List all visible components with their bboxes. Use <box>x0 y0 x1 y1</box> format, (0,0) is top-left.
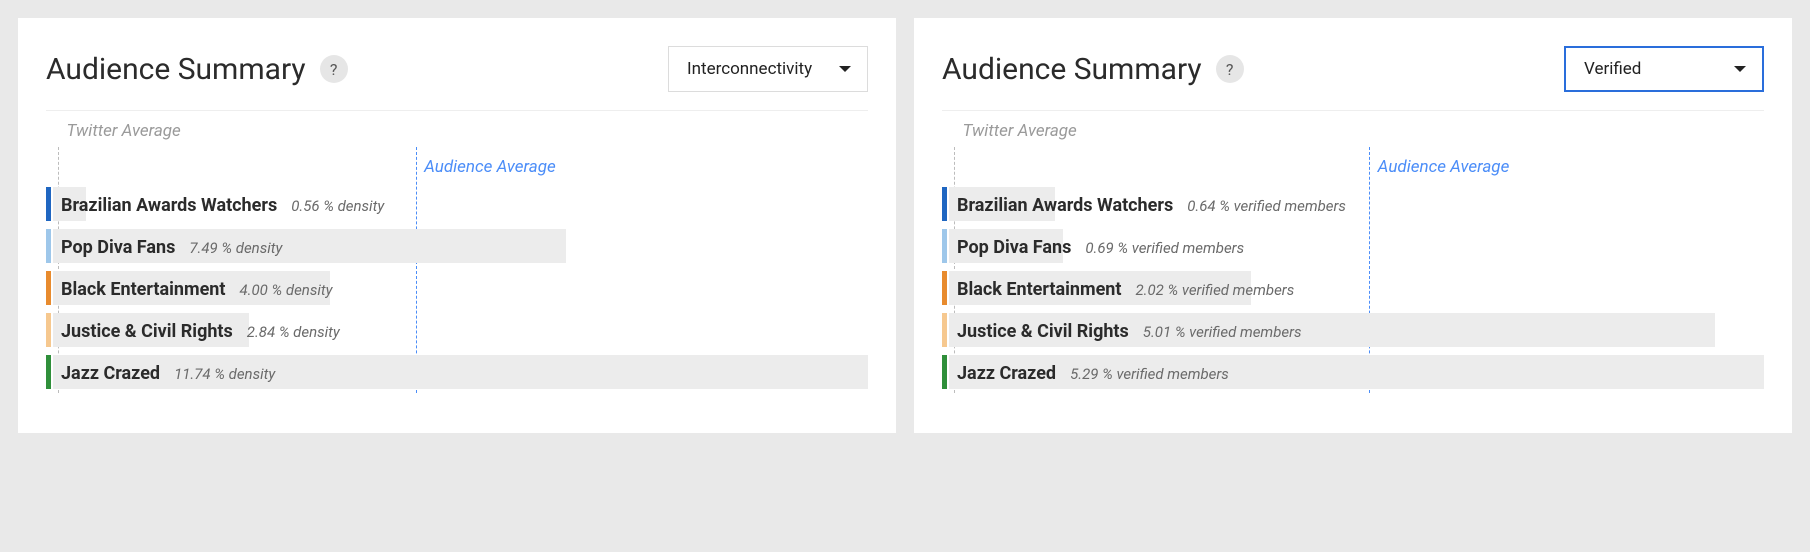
metric-dropdown[interactable]: Verified <box>1564 46 1764 92</box>
row-text: Justice & Civil Rights 5.01 % verified me… <box>957 313 1302 347</box>
row-name: Pop Diva Fans <box>957 237 1071 258</box>
bar-track: Pop Diva Fans 7.49 % density <box>53 229 868 263</box>
row-text: Brazilian Awards Watchers 0.64 % verified… <box>957 187 1346 221</box>
row-text: Justice & Civil Rights 2.84 % density <box>61 313 340 347</box>
row-stat: 11.74 % density <box>174 365 275 383</box>
row-name: Justice & Civil Rights <box>957 321 1129 342</box>
bar-track: Black Entertainment 2.02 % verified membe… <box>949 271 1764 305</box>
bar-track: Jazz Crazed 5.29 % verified members <box>949 355 1764 389</box>
series-color-tick <box>942 271 947 305</box>
series-color-tick <box>46 355 51 389</box>
audience-average-label: Audience Average <box>424 157 556 177</box>
row-text: Jazz Crazed 5.29 % verified members <box>957 355 1229 389</box>
bar-track: Brazilian Awards Watchers 0.64 % verified… <box>949 187 1764 221</box>
panel-title: Audience Summary <box>942 52 1202 87</box>
row-name: Jazz Crazed <box>61 363 160 384</box>
series-color-tick <box>46 313 51 347</box>
chevron-down-icon <box>839 66 851 72</box>
twitter-average-label: Twitter Average <box>963 121 1077 141</box>
chart-area: Twitter Average Audience Average Brazilian… <box>942 121 1764 393</box>
metric-dropdown[interactable]: Interconnectivity <box>668 46 868 92</box>
series-color-tick <box>942 355 947 389</box>
row-text: Black Entertainment 4.00 % density <box>61 271 333 305</box>
title-wrap: Audience Summary? <box>942 52 1244 87</box>
series-color-tick <box>46 271 51 305</box>
row-stat: 0.56 % density <box>291 197 384 215</box>
bar-track: Justice & Civil Rights 5.01 % verified me… <box>949 313 1764 347</box>
row-text: Pop Diva Fans 0.69 % verified members <box>957 229 1244 263</box>
chart-area: Twitter Average Audience Average Brazilian… <box>46 121 868 393</box>
row-stat: 4.00 % density <box>239 281 332 299</box>
row-name: Brazilian Awards Watchers <box>61 195 277 216</box>
title-wrap: Audience Summary? <box>46 52 348 87</box>
series-color-tick <box>46 229 51 263</box>
row-text: Jazz Crazed 11.74 % density <box>61 355 275 389</box>
row-stat: 5.01 % verified members <box>1143 323 1302 341</box>
row-name: Justice & Civil Rights <box>61 321 233 342</box>
chart-row[interactable]: Pop Diva Fans 0.69 % verified members <box>942 225 1764 267</box>
chart-row[interactable]: Brazilian Awards Watchers 0.64 % verified… <box>942 183 1764 225</box>
row-stat: 0.69 % verified members <box>1085 239 1244 257</box>
row-name: Brazilian Awards Watchers <box>957 195 1173 216</box>
row-name: Jazz Crazed <box>957 363 1056 384</box>
dropdown-selected-label: Interconnectivity <box>687 59 812 79</box>
panel-header: Audience Summary? Interconnectivity <box>46 46 868 111</box>
bar-track: Jazz Crazed 11.74 % density <box>53 355 868 389</box>
series-color-tick <box>46 187 51 221</box>
row-stat: 5.29 % verified members <box>1070 365 1229 383</box>
chart-row[interactable]: Justice & Civil Rights 2.84 % density <box>46 309 868 351</box>
chart-row[interactable]: Black Entertainment 2.02 % verified membe… <box>942 267 1764 309</box>
bar-track: Black Entertainment 4.00 % density <box>53 271 868 305</box>
row-text: Brazilian Awards Watchers 0.56 % density <box>61 187 384 221</box>
chart-row[interactable]: Jazz Crazed 5.29 % verified members <box>942 351 1764 393</box>
dropdown-selected-label: Verified <box>1584 59 1641 79</box>
chart-row[interactable]: Black Entertainment 4.00 % density <box>46 267 868 309</box>
row-name: Pop Diva Fans <box>61 237 175 258</box>
panel-header: Audience Summary? Verified <box>942 46 1764 111</box>
row-text: Black Entertainment 2.02 % verified membe… <box>957 271 1294 305</box>
bar-track: Pop Diva Fans 0.69 % verified members <box>949 229 1764 263</box>
row-stat: 2.02 % verified members <box>1135 281 1294 299</box>
chart-row[interactable]: Justice & Civil Rights 5.01 % verified me… <box>942 309 1764 351</box>
audience-average-label: Audience Average <box>1378 157 1510 177</box>
bar-track: Justice & Civil Rights 2.84 % density <box>53 313 868 347</box>
panel-title: Audience Summary <box>46 52 306 87</box>
chart-row[interactable]: Pop Diva Fans 7.49 % density <box>46 225 868 267</box>
twitter-average-label: Twitter Average <box>67 121 181 141</box>
chevron-down-icon <box>1734 66 1746 72</box>
chart-rows: Brazilian Awards Watchers 0.64 % verified… <box>942 183 1764 393</box>
audience-summary-panel: Audience Summary? Interconnectivity Twitte… <box>18 18 896 433</box>
chart-row[interactable]: Jazz Crazed 11.74 % density <box>46 351 868 393</box>
help-icon[interactable]: ? <box>1216 55 1244 83</box>
series-color-tick <box>942 313 947 347</box>
bar-track: Brazilian Awards Watchers 0.56 % density <box>53 187 868 221</box>
row-stat: 7.49 % density <box>189 239 282 257</box>
row-text: Pop Diva Fans 7.49 % density <box>61 229 282 263</box>
chart-rows: Brazilian Awards Watchers 0.56 % density P… <box>46 183 868 393</box>
chart-row[interactable]: Brazilian Awards Watchers 0.56 % density <box>46 183 868 225</box>
row-stat: 2.84 % density <box>247 323 340 341</box>
row-name: Black Entertainment <box>61 279 225 300</box>
help-icon[interactable]: ? <box>320 55 348 83</box>
row-name: Black Entertainment <box>957 279 1121 300</box>
series-color-tick <box>942 229 947 263</box>
series-color-tick <box>942 187 947 221</box>
audience-summary-panel: Audience Summary? Verified Twitter Average… <box>914 18 1792 433</box>
row-stat: 0.64 % verified members <box>1187 197 1346 215</box>
